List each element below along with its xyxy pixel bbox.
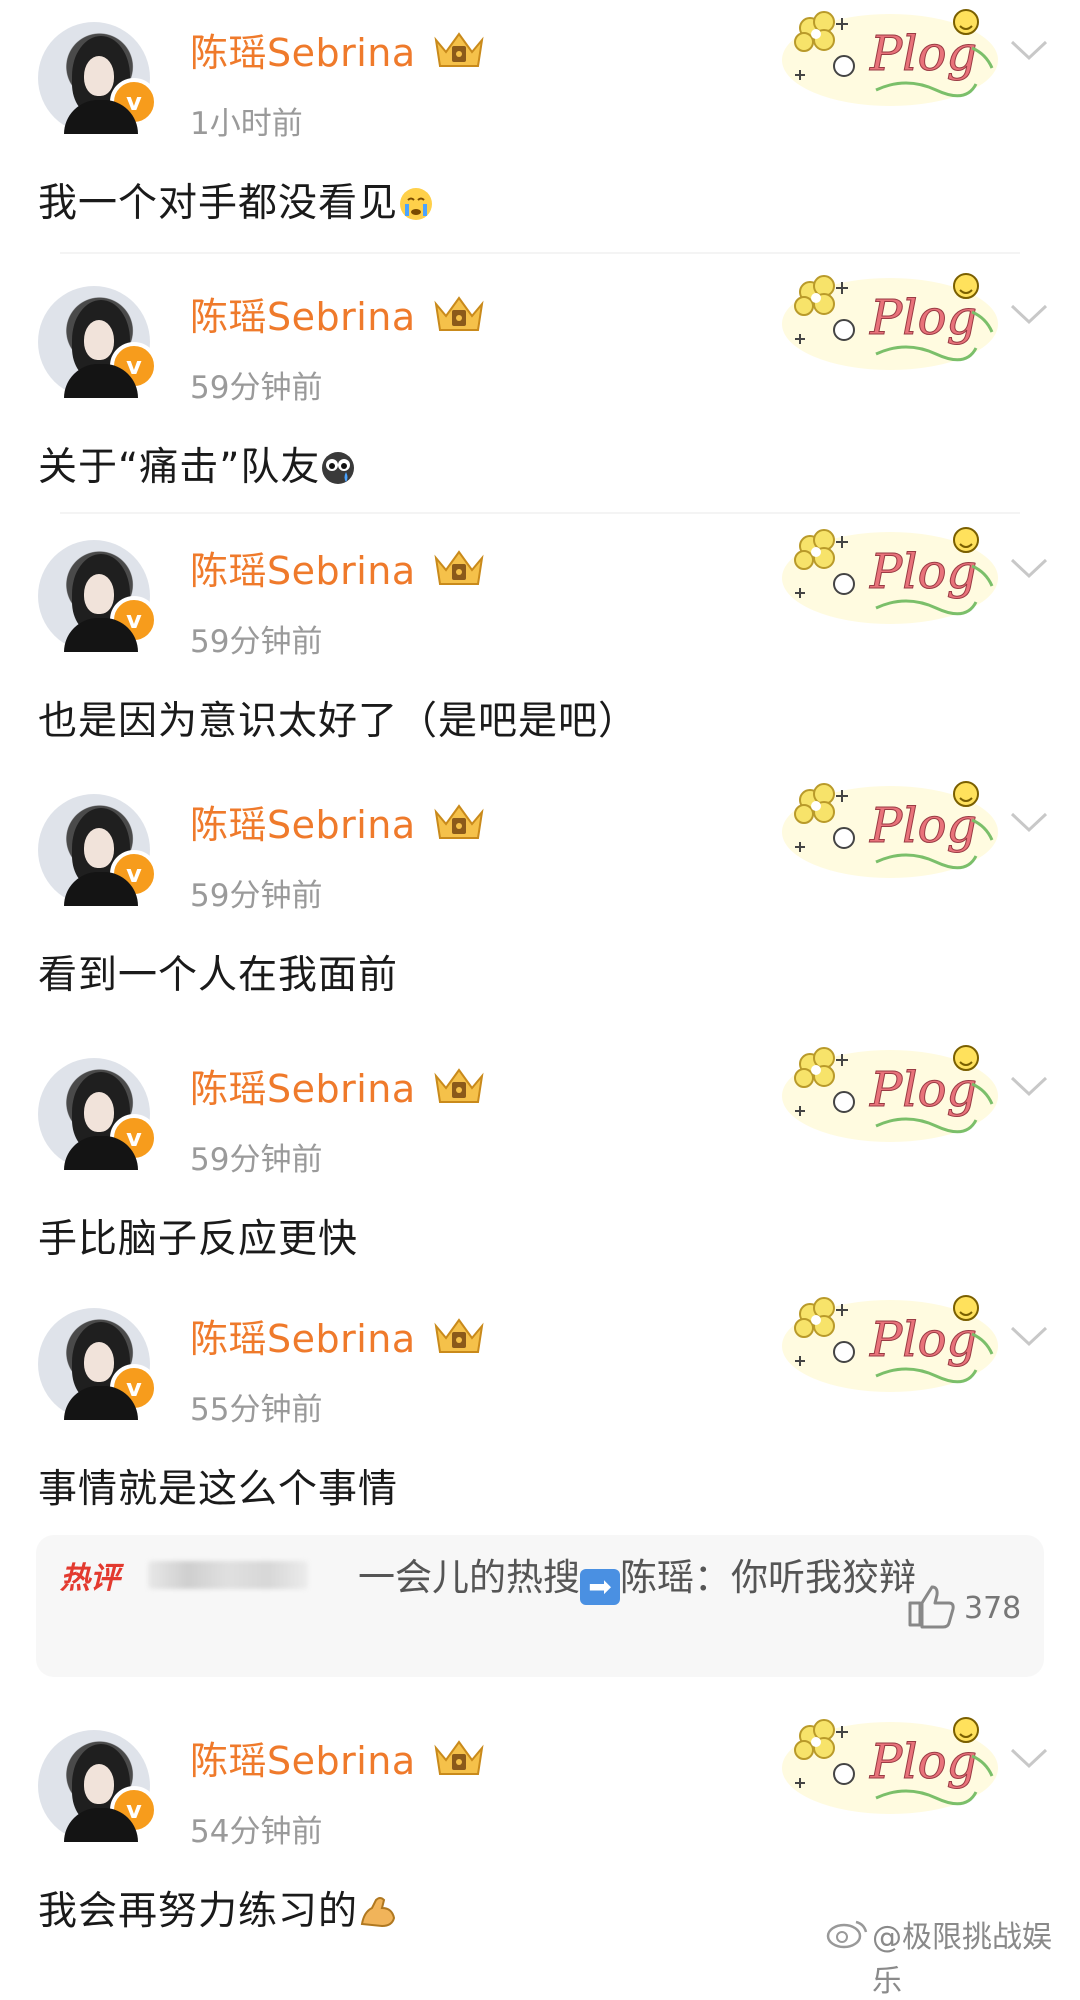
crown-icon: [434, 1068, 484, 1103]
like-count: 378: [964, 1591, 1022, 1626]
watermark: @极限挑战娱乐: [872, 1920, 1052, 1999]
teary-face-icon: [322, 452, 355, 484]
plog-sticker-icon: Plog: [782, 273, 998, 370]
plog-sticker-icon: Plog: [782, 9, 998, 106]
post-text: 看到一个人在我面前: [38, 953, 399, 998]
plog-text: Plog: [869, 290, 977, 346]
plog-sticker-icon: Plog: [782, 527, 998, 624]
post-text: 我一个对手都没看见: [38, 172, 434, 228]
plog-text: Plog: [869, 544, 977, 600]
divider: [60, 252, 1020, 254]
post-text: 手比脑子反应更快: [38, 1217, 359, 1262]
username[interactable]: 陈瑶Sebrina: [190, 1058, 416, 1113]
post-time: 59分钟前: [190, 624, 323, 660]
hot-comment-text: 一会儿的热搜 ➡ 陈瑶：你听我狡辩: [358, 1556, 916, 1605]
chevron-down-icon[interactable]: [1008, 298, 1050, 328]
plog-sticker-icon: Plog: [782, 1045, 998, 1142]
chevron-down-icon[interactable]: [1008, 34, 1050, 64]
flexed-biceps-icon: [360, 1897, 396, 1928]
plog-sticker-icon: Plog: [782, 1717, 998, 1814]
post-text: 关于“痛击”队友: [38, 436, 356, 492]
plog-sticker-icon: Plog: [782, 1295, 998, 1392]
crown-icon: [434, 1740, 484, 1775]
post-time: 59分钟前: [190, 1142, 323, 1178]
crown-icon: [434, 296, 484, 331]
right-arrow-icon: ➡: [580, 1569, 620, 1605]
plog-text: Plog: [869, 26, 977, 82]
weibo-logo-icon: [826, 1920, 868, 1949]
chevron-down-icon[interactable]: [1008, 1742, 1050, 1772]
hot-comment-label: 热评: [60, 1561, 120, 1596]
post-text: 我会再努力练习的: [38, 1880, 398, 1936]
plog-text: Plog: [869, 1734, 977, 1790]
chevron-down-icon[interactable]: [1008, 1070, 1050, 1100]
post-time: 59分钟前: [190, 370, 323, 406]
thumbs-up-icon[interactable]: [906, 1583, 956, 1629]
post-time: 1小时前: [190, 106, 303, 142]
username[interactable]: 陈瑶Sebrina: [190, 286, 416, 341]
plog-sticker-icon: Plog: [782, 781, 998, 878]
chevron-down-icon[interactable]: [1008, 1320, 1050, 1350]
username[interactable]: 陈瑶Sebrina: [190, 22, 416, 77]
divider: [60, 512, 1020, 514]
crown-icon: [434, 550, 484, 585]
plog-text: Plog: [869, 1312, 977, 1368]
crown-icon: [434, 804, 484, 839]
post-text: 事情就是这么个事情: [38, 1467, 399, 1512]
hot-comment[interactable]: 热评 一会儿的热搜 ➡ 陈瑶：你听我狡辩 378: [36, 1535, 1044, 1677]
crown-icon: [434, 32, 484, 67]
plog-text: Plog: [869, 1062, 977, 1118]
username[interactable]: 陈瑶Sebrina: [190, 540, 416, 595]
chevron-down-icon[interactable]: [1008, 806, 1050, 836]
username[interactable]: 陈瑶Sebrina: [190, 1308, 416, 1363]
crown-icon: [434, 1318, 484, 1353]
plog-text: Plog: [869, 798, 977, 854]
post-time: 55分钟前: [190, 1392, 323, 1428]
username[interactable]: 陈瑶Sebrina: [190, 794, 416, 849]
chevron-down-icon[interactable]: [1008, 552, 1050, 582]
post-time: 59分钟前: [190, 878, 323, 914]
crying-face-icon: [400, 188, 433, 220]
post-text: 也是因为意识太好了（是吧是吧）: [38, 699, 639, 744]
post-time: 54分钟前: [190, 1814, 323, 1850]
username[interactable]: 陈瑶Sebrina: [190, 1730, 416, 1785]
